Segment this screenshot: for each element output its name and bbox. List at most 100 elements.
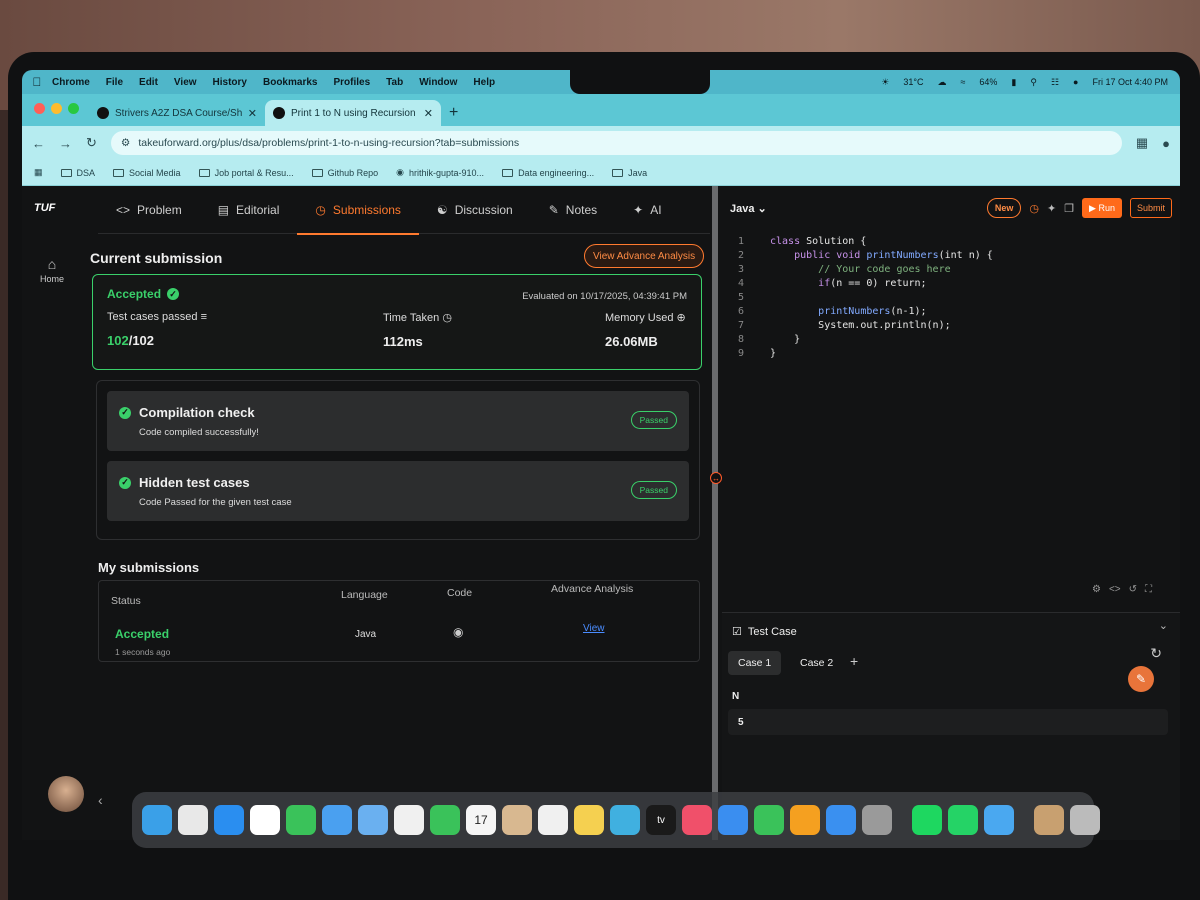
user-avatar[interactable] xyxy=(48,776,84,812)
control-center-icon[interactable]: ☷ xyxy=(1051,77,1059,88)
site-info-icon[interactable]: ⚙ xyxy=(121,137,130,149)
dock-app-icon[interactable] xyxy=(718,805,748,835)
code-line[interactable]: 4 if (n == 0) return; xyxy=(722,278,927,292)
dock-app-icon[interactable] xyxy=(358,805,388,835)
menu-tab[interactable]: Tab xyxy=(386,77,403,88)
refresh-icon[interactable]: ↻ xyxy=(1150,645,1162,662)
dock-app-icon[interactable] xyxy=(862,805,892,835)
bookmark-github-repo[interactable]: Github Repo xyxy=(311,168,378,178)
browser-tab-print1ton[interactable]: Print 1 to N using Recursion ✕ xyxy=(265,100,441,126)
run-button[interactable]: ▶ Run xyxy=(1082,198,1122,218)
menu-profiles[interactable]: Profiles xyxy=(333,77,370,88)
menu-history[interactable]: History xyxy=(213,77,247,88)
dock-app-icon[interactable] xyxy=(826,805,856,835)
view-code-eye-icon[interactable]: ◉ xyxy=(453,625,463,639)
new-tab-button[interactable]: + xyxy=(449,104,458,122)
home-nav[interactable]: ⌂ Home xyxy=(34,256,70,284)
wifi-icon[interactable]: ≈ xyxy=(960,77,965,87)
tab-problem[interactable]: <> Problem xyxy=(98,186,200,234)
tuf-logo[interactable]: TUF xyxy=(34,202,55,214)
calendar-icon[interactable]: 17 xyxy=(466,805,496,835)
menu-file[interactable]: File xyxy=(106,77,123,88)
bookmark-job-portal[interactable]: Job portal & Resu... xyxy=(198,168,294,178)
battery-icon[interactable]: ▮ xyxy=(1011,77,1016,88)
close-tab-icon[interactable]: ✕ xyxy=(424,107,433,120)
dock-app-icon[interactable] xyxy=(790,805,820,835)
dock-app-icon[interactable] xyxy=(610,805,640,835)
view-advance-analysis-button[interactable]: View Advance Analysis xyxy=(584,244,705,268)
dock-app-icon[interactable] xyxy=(754,805,784,835)
view-analysis-link[interactable]: View xyxy=(583,623,605,634)
menu-app[interactable]: Chrome xyxy=(52,77,90,88)
search-icon[interactable]: ⚲ xyxy=(1030,77,1037,88)
fullscreen-icon[interactable]: ⛶ xyxy=(1145,584,1152,595)
panel-resize-divider[interactable] xyxy=(712,186,718,840)
code-line[interactable]: 5 xyxy=(722,292,770,306)
tab-discussion[interactable]: ☯ Discussion xyxy=(419,186,531,234)
back-icon[interactable]: ← xyxy=(32,136,45,151)
weather-icon[interactable]: ☀ xyxy=(881,77,889,88)
dock-app-icon[interactable] xyxy=(250,805,280,835)
browser-tab-striver[interactable]: Strivers A2Z DSA Course/She ✕ xyxy=(89,100,265,126)
code-line[interactable]: 8 } xyxy=(722,334,800,348)
dock-app-icon[interactable] xyxy=(538,805,568,835)
new-button[interactable]: New xyxy=(986,198,1022,218)
dock-app-icon[interactable] xyxy=(1034,805,1064,835)
dock-app-icon[interactable] xyxy=(322,805,352,835)
dock-app-icon[interactable] xyxy=(948,805,978,835)
menu-edit[interactable]: Edit xyxy=(139,77,158,88)
code-icon[interactable]: <> xyxy=(1109,584,1121,595)
notes-fab-icon[interactable]: ✎ xyxy=(1128,666,1154,692)
extensions-icon[interactable]: ▦ xyxy=(1136,135,1148,151)
apple-tv-icon[interactable]: tv xyxy=(646,805,676,835)
bookmark-java[interactable]: Java xyxy=(612,168,647,178)
add-case-button[interactable]: + xyxy=(850,653,858,669)
tab-submissions[interactable]: ◷ Submissions xyxy=(297,186,419,235)
close-window-icon[interactable] xyxy=(34,103,45,114)
dock-app-icon[interactable] xyxy=(984,805,1014,835)
dock-app-icon[interactable] xyxy=(1070,805,1100,835)
bluetooth-icon[interactable]: ☁ xyxy=(937,77,946,88)
chevron-down-icon[interactable]: ⌄ xyxy=(1159,619,1168,632)
history-icon[interactable]: ↺ xyxy=(1129,584,1137,595)
input-value-n[interactable]: 5 xyxy=(728,709,1168,735)
code-editor[interactable]: 1 class Solution {2 public void printNumb… xyxy=(722,236,1180,536)
dock-app-icon[interactable] xyxy=(286,805,316,835)
code-line[interactable]: 7 System.out.println(n); xyxy=(722,320,951,334)
language-select[interactable]: Java ⌄ xyxy=(730,202,767,215)
dock-app-icon[interactable] xyxy=(682,805,712,835)
tab-ai[interactable]: ✦ AI xyxy=(615,186,679,234)
settings-icon[interactable]: ⚙ xyxy=(1092,584,1101,595)
dock-app-icon[interactable] xyxy=(502,805,532,835)
dock-app-icon[interactable] xyxy=(142,805,172,835)
dock-app-icon[interactable] xyxy=(574,805,604,835)
tab-notes[interactable]: ✎ Notes xyxy=(531,186,615,234)
dock-app-icon[interactable] xyxy=(214,805,244,835)
dock-app-icon[interactable] xyxy=(178,805,208,835)
resize-handle-icon[interactable]: ↔ xyxy=(710,472,722,484)
profile-avatar-icon[interactable]: ● xyxy=(1162,136,1170,151)
bookmark-social-media[interactable]: Social Media xyxy=(113,168,181,178)
code-line[interactable]: 9} xyxy=(722,348,776,362)
menu-bookmarks[interactable]: Bookmarks xyxy=(263,77,317,88)
code-line[interactable]: 6 printNumbers (n-1); xyxy=(722,306,927,320)
tab-case-1[interactable]: Case 1 xyxy=(728,651,782,675)
tab-editorial[interactable]: ▤ Editorial xyxy=(200,186,298,234)
dock-app-icon[interactable] xyxy=(912,805,942,835)
code-line[interactable]: 3 // Your code goes here xyxy=(722,264,951,278)
dock-app-icon[interactable] xyxy=(430,805,460,835)
bookmark-github-profile[interactable]: ◉ hrithik-gupta-910... xyxy=(396,167,484,178)
tab-case-2[interactable]: Case 2 xyxy=(790,651,843,675)
apple-icon[interactable]:  xyxy=(22,75,52,89)
apps-grid-icon[interactable]: ▦ xyxy=(34,167,43,178)
submit-button[interactable]: Submit xyxy=(1129,198,1172,218)
collapse-sidebar-icon[interactable]: ‹ xyxy=(98,792,103,808)
bookmark-dsa[interactable]: DSA xyxy=(60,168,95,178)
menu-window[interactable]: Window xyxy=(419,77,457,88)
zoom-window-icon[interactable] xyxy=(68,103,79,114)
code-line[interactable]: 1 class Solution { xyxy=(722,236,866,250)
url-field[interactable]: ⚙ takeuforward.org/plus/dsa/problems/pri… xyxy=(110,131,1122,155)
menu-help[interactable]: Help xyxy=(473,77,495,88)
forward-icon[interactable]: → xyxy=(59,136,72,151)
close-tab-icon[interactable]: ✕ xyxy=(248,107,257,120)
